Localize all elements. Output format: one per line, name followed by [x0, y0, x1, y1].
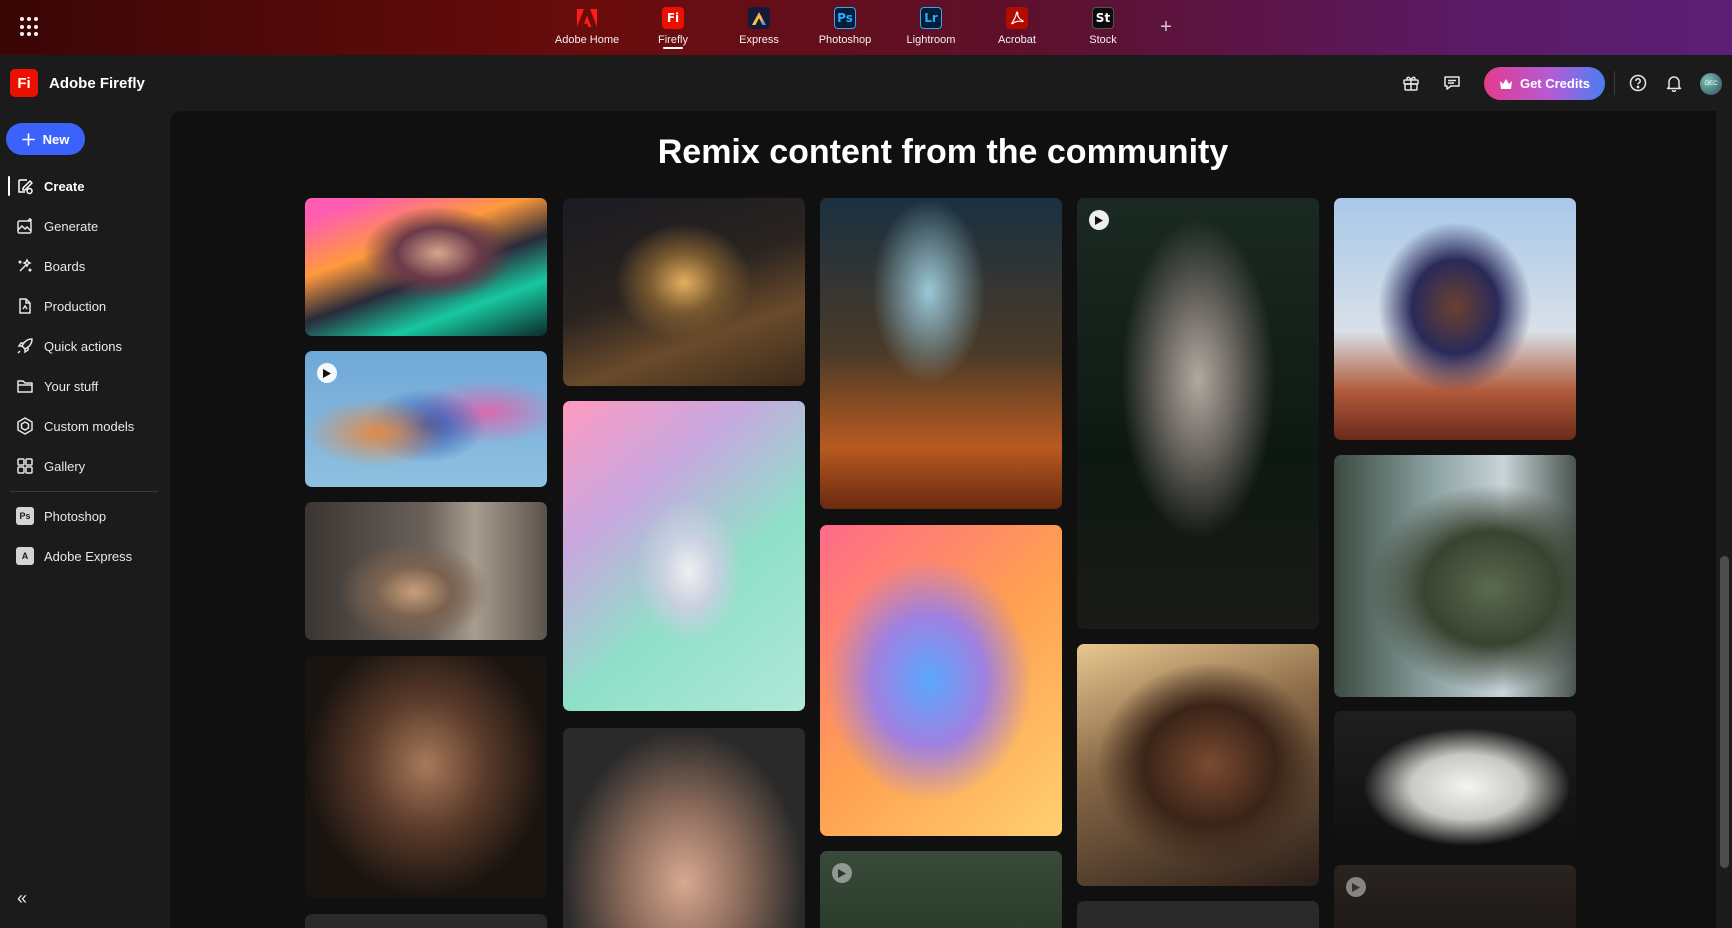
- sidebar-item-label: Photoshop: [44, 508, 107, 524]
- community-image-face-closeup[interactable]: [563, 728, 805, 928]
- community-image-white-cat[interactable]: [1334, 711, 1576, 849]
- sidebar: New Create Generate Boards Production Qu…: [0, 110, 170, 928]
- community-image-woman-portrait[interactable]: [305, 656, 547, 898]
- express-app-icon: [748, 7, 770, 29]
- plus-icon: [21, 132, 35, 146]
- app-firefly[interactable]: Fi Firefly: [630, 0, 716, 55]
- community-video-partial[interactable]: [1334, 865, 1576, 928]
- community-image-two-women[interactable]: [1334, 455, 1576, 697]
- folder-icon: [16, 377, 34, 395]
- sidebar-item-label: Generate: [44, 218, 99, 234]
- photoshop-icon: Ps: [16, 507, 34, 525]
- help-icon[interactable]: [1627, 72, 1649, 94]
- community-image-forest-path[interactable]: [820, 198, 1062, 509]
- community-image-partial[interactable]: [305, 914, 547, 928]
- sidebar-item-label: Production: [44, 298, 107, 314]
- community-image-partial[interactable]: [1077, 901, 1319, 928]
- community-image-unicorn[interactable]: [563, 401, 805, 711]
- firefly-app-icon: Fi: [662, 7, 684, 29]
- get-credits-label: Get Credits: [1519, 76, 1591, 91]
- gift-icon[interactable]: [1400, 72, 1422, 94]
- sidebar-item-your-stuff[interactable]: Your stuff: [8, 370, 158, 402]
- brand[interactable]: Fi Adobe Firefly: [10, 69, 145, 97]
- crown-icon: [1499, 78, 1512, 89]
- sidebar-app-adobe-express[interactable]: A Adobe Express: [8, 540, 158, 572]
- app-express[interactable]: Express: [716, 0, 802, 55]
- community-video-color-smoke[interactable]: [305, 351, 547, 487]
- production-icon: [16, 297, 34, 315]
- app-header: Fi Adobe Firefly Get Credits OEC: [0, 55, 1732, 110]
- community-image-smiling-woman[interactable]: [1077, 644, 1319, 886]
- community-video-landscape[interactable]: [820, 851, 1062, 928]
- boards-icon: [16, 257, 34, 275]
- app-switcher-bar: Adobe Home Fi Firefly Express Ps Photosh…: [0, 0, 1732, 55]
- gallery-icon: [16, 457, 34, 475]
- community-video-wolf[interactable]: [1077, 198, 1319, 629]
- sidebar-item-custom-models[interactable]: Custom models: [8, 410, 158, 442]
- sidebar-app-photoshop[interactable]: Ps Photoshop: [8, 500, 158, 532]
- adobe-logo-icon: [576, 7, 598, 29]
- user-avatar[interactable]: OEC: [1700, 73, 1722, 95]
- adobe-express-icon: A: [16, 547, 34, 565]
- sidebar-item-label: Boards: [44, 258, 86, 274]
- sidebar-item-label: Quick actions: [44, 338, 123, 354]
- sidebar-item-create[interactable]: Create: [8, 170, 158, 202]
- play-icon: [832, 863, 852, 883]
- community-image-cocktail[interactable]: [563, 198, 805, 386]
- community-image-glass-cougar[interactable]: [820, 525, 1062, 836]
- app-lightroom[interactable]: Lr Lightroom: [888, 0, 974, 55]
- sidebar-item-generate[interactable]: Generate: [8, 210, 158, 242]
- community-image-dancer-sitting[interactable]: [305, 502, 547, 640]
- app-acrobat[interactable]: Acrobat: [974, 0, 1060, 55]
- app-photoshop[interactable]: Ps Photoshop: [802, 0, 888, 55]
- play-icon: [1346, 877, 1366, 897]
- header-divider: [1614, 71, 1615, 95]
- firefly-logo-icon: Fi: [10, 69, 38, 97]
- sidebar-item-label: Create: [44, 178, 85, 194]
- get-credits-button[interactable]: Get Credits: [1484, 67, 1605, 100]
- generate-icon: [16, 217, 34, 235]
- brand-name: Adobe Firefly: [49, 74, 145, 92]
- scrollbar-thumb[interactable]: [1720, 556, 1729, 868]
- sidebar-item-label: Gallery: [44, 458, 86, 474]
- sidebar-divider: [10, 491, 158, 492]
- community-image-sprinter[interactable]: [1334, 198, 1576, 440]
- app-list: Adobe Home Fi Firefly Express Ps Photosh…: [544, 0, 1186, 55]
- sidebar-item-production[interactable]: Production: [8, 290, 158, 322]
- acrobat-app-icon: [1006, 7, 1028, 29]
- new-button[interactable]: New: [6, 123, 85, 155]
- sidebar-item-quick-actions[interactable]: Quick actions: [8, 330, 158, 362]
- add-app-plus-icon[interactable]: +: [1146, 0, 1186, 55]
- new-button-label: New: [42, 131, 70, 147]
- feedback-chat-icon[interactable]: [1441, 72, 1463, 94]
- sidebar-item-label: Custom models: [44, 418, 135, 434]
- play-icon: [317, 363, 337, 383]
- sidebar-item-label: Your stuff: [44, 378, 99, 394]
- notifications-bell-icon[interactable]: [1663, 72, 1685, 94]
- main-content: Remix content from the community: [170, 111, 1716, 928]
- photoshop-app-icon: Ps: [834, 7, 856, 29]
- models-icon: [16, 417, 34, 435]
- sidebar-item-label: Adobe Express: [44, 548, 133, 564]
- community-image-light-trails-portrait[interactable]: [305, 198, 547, 336]
- sidebar-item-boards[interactable]: Boards: [8, 250, 158, 282]
- create-icon: [16, 177, 34, 195]
- collapse-sidebar-icon[interactable]: «: [17, 888, 27, 909]
- app-grid-icon[interactable]: [20, 17, 40, 37]
- page-title: Remix content from the community: [657, 133, 1229, 171]
- play-icon: [1089, 210, 1109, 230]
- lightroom-app-icon: Lr: [920, 7, 942, 29]
- app-stock[interactable]: St Stock: [1060, 0, 1146, 55]
- sidebar-item-gallery[interactable]: Gallery: [8, 450, 158, 482]
- rocket-icon: [16, 337, 34, 355]
- stock-app-icon: St: [1092, 7, 1114, 29]
- app-adobe-home[interactable]: Adobe Home: [544, 0, 630, 55]
